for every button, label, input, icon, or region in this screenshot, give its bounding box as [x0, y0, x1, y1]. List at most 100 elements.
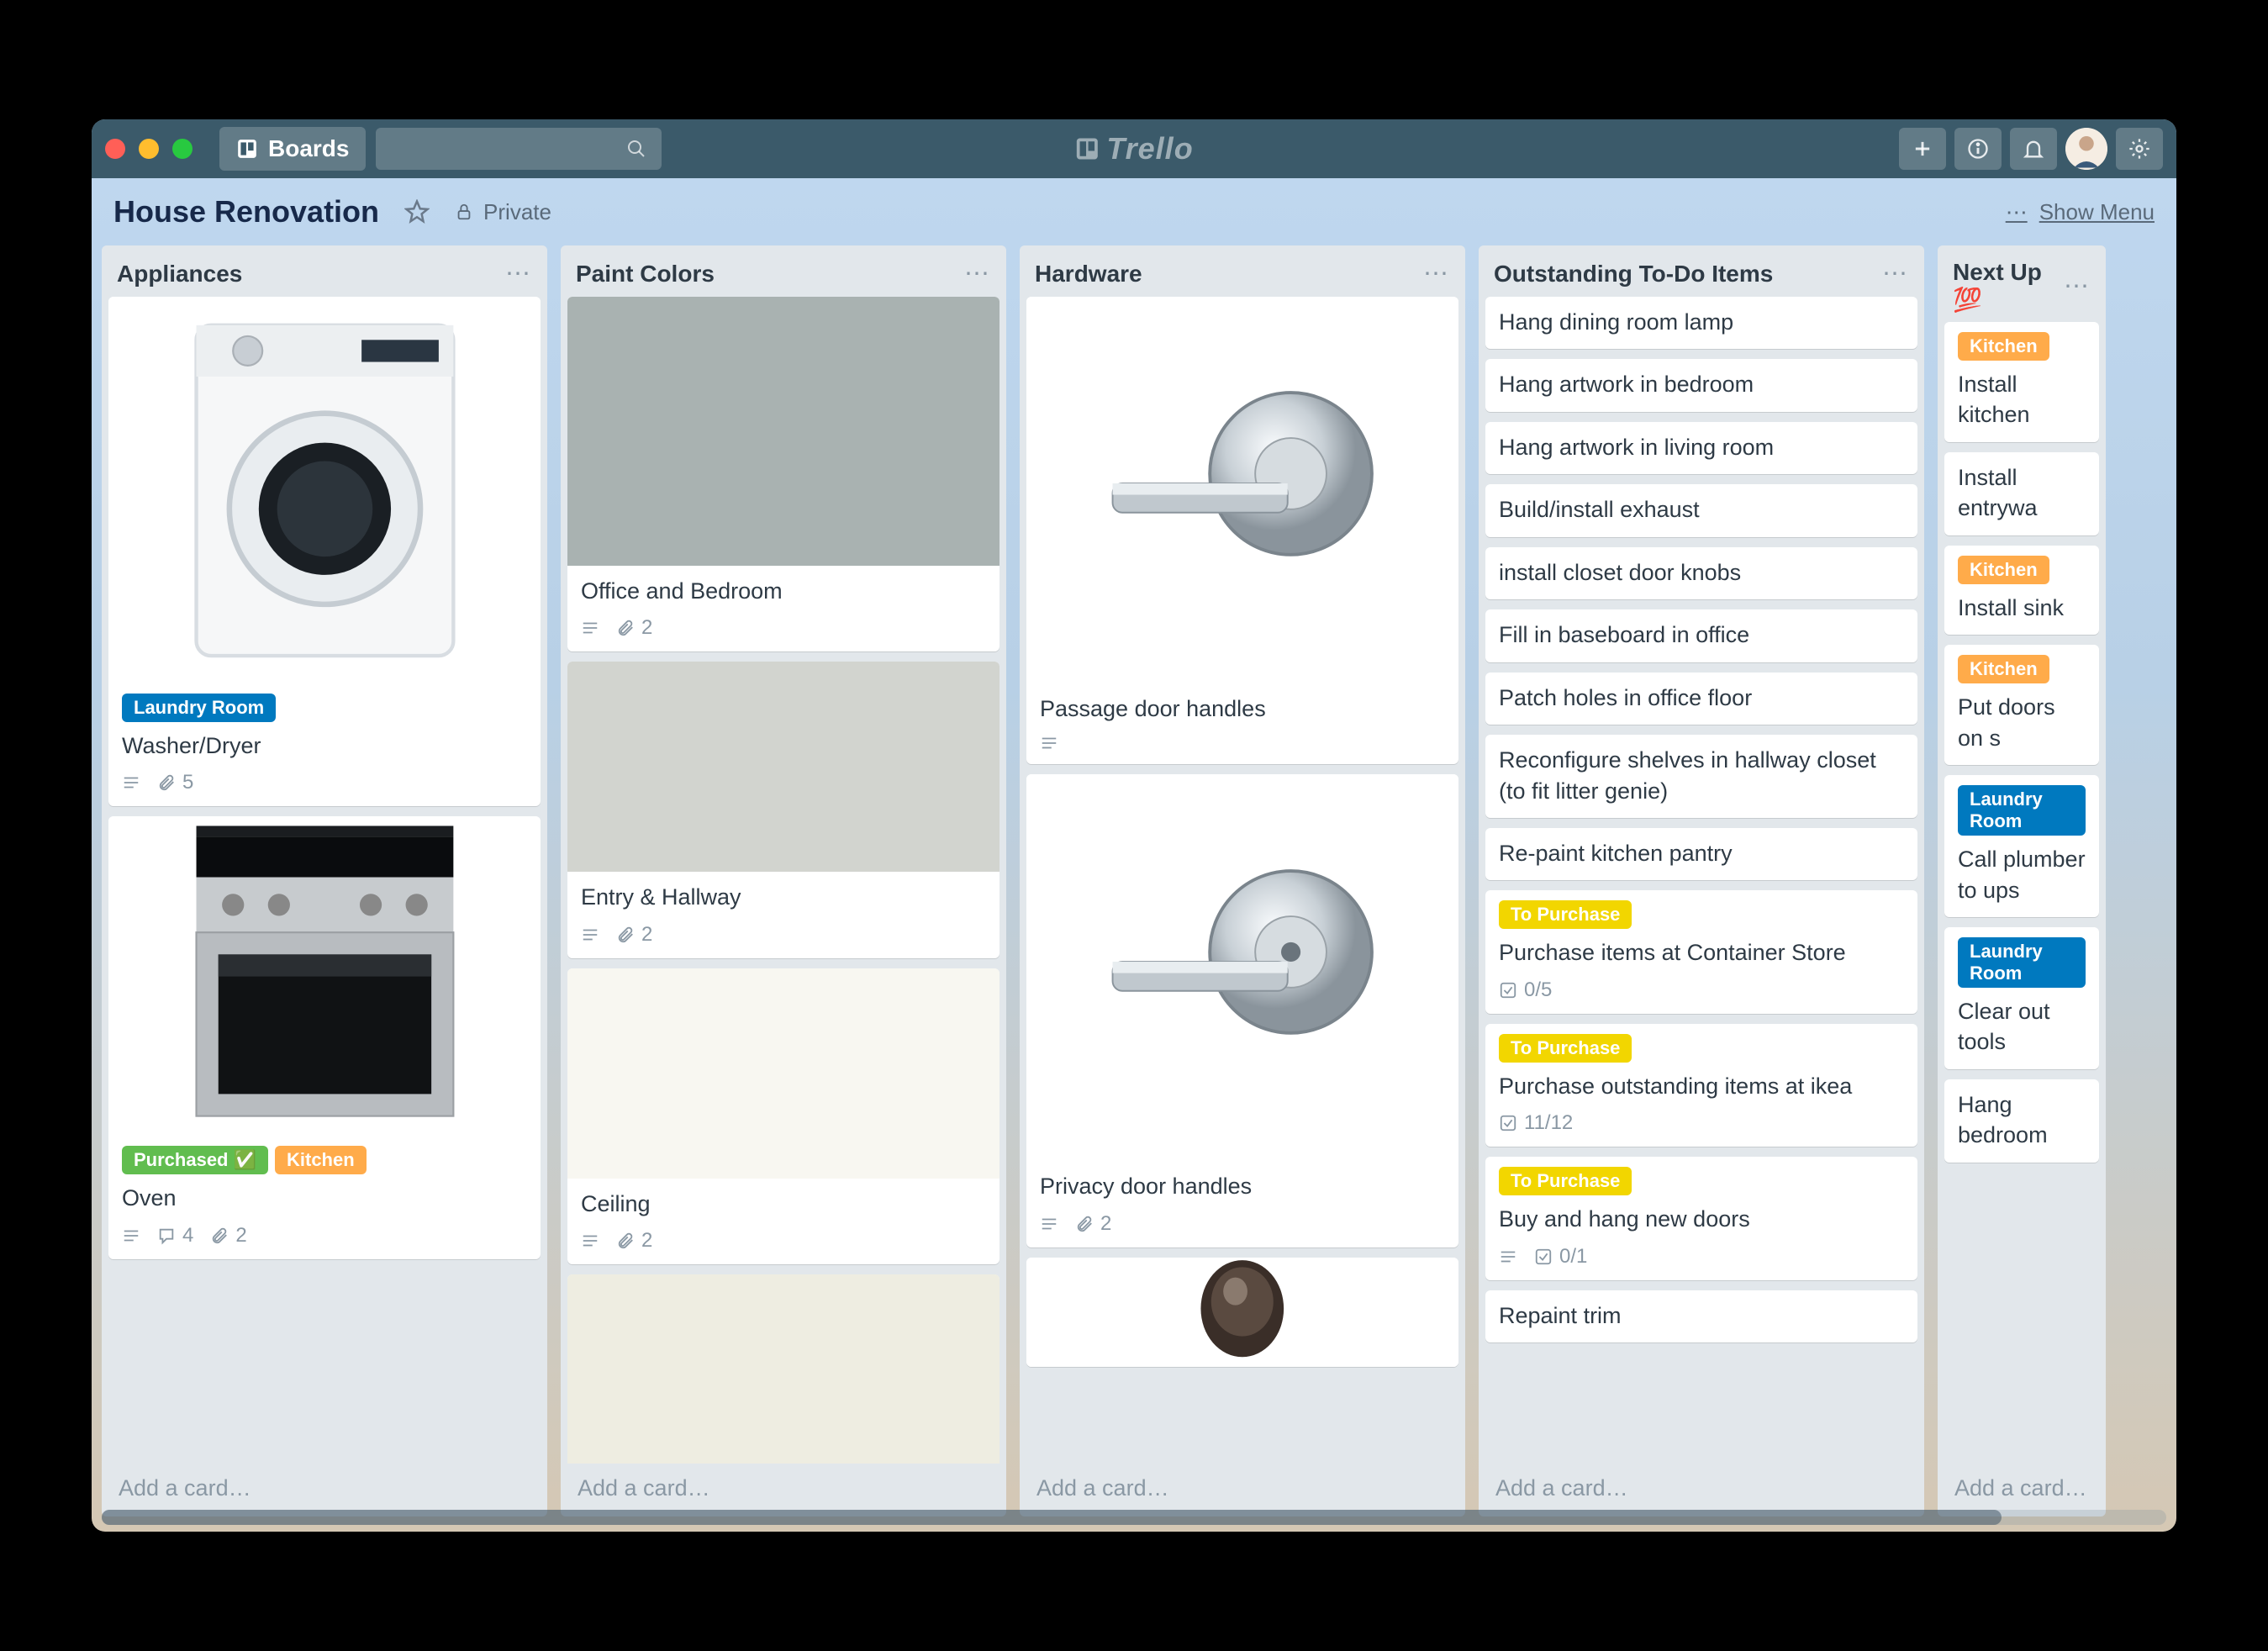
- list-cards[interactable]: Passage door handlesPrivacy door handles…: [1020, 297, 1465, 1464]
- card[interactable]: Install entrywa: [1944, 452, 2099, 535]
- board-title[interactable]: House Renovation: [113, 194, 379, 229]
- label-laundry_room[interactable]: Laundry Room: [122, 694, 276, 722]
- card[interactable]: Re-paint kitchen pantry: [1485, 828, 1917, 880]
- card-title: Hang dining room lamp: [1499, 307, 1904, 337]
- add-card-button[interactable]: Add a card…: [1479, 1464, 1924, 1516]
- list-menu-button[interactable]: ⋯: [964, 259, 991, 288]
- card[interactable]: Entry & Hallway2: [567, 662, 1000, 957]
- list-title[interactable]: Outstanding To-Do Items: [1494, 261, 1882, 287]
- description-badge: [1499, 1247, 1517, 1266]
- list-menu-button[interactable]: ⋯: [505, 259, 532, 288]
- card-cover: [1026, 1258, 1458, 1367]
- card-body: KitchenInstall sink: [1944, 546, 2099, 635]
- card[interactable]: Office and Bedroom2: [567, 297, 1000, 651]
- window-close[interactable]: [105, 139, 125, 159]
- card-title: Clear out tools: [1958, 996, 2086, 1058]
- board-canvas[interactable]: Appliances⋯Laundry RoomWasher/Dryer5Purc…: [92, 245, 2176, 1532]
- card[interactable]: Build/install exhaust: [1485, 484, 1917, 536]
- card[interactable]: Purchased ✅KitchenOven42: [108, 816, 541, 1258]
- card-cover-swatch: [567, 297, 1000, 566]
- checklist-badge: 0/1: [1534, 1245, 1587, 1269]
- card[interactable]: [1026, 1258, 1458, 1367]
- list-cards[interactable]: Hang dining room lamp Hang artwork in bed…: [1479, 297, 1924, 1464]
- list-title[interactable]: Next Up 💯: [1953, 259, 2064, 314]
- card-title: Privacy door handles: [1040, 1171, 1445, 1201]
- card-labels: Laundry Room: [1958, 785, 2086, 836]
- label-laundry_room[interactable]: Laundry Room: [1958, 785, 2086, 836]
- notifications-button[interactable]: [2010, 128, 2057, 170]
- card-title: Hang artwork in bedroom: [1499, 369, 1904, 399]
- card[interactable]: Hang artwork in bedroom: [1485, 359, 1917, 411]
- label-to_purchase[interactable]: To Purchase: [1499, 1034, 1632, 1063]
- label-purchased[interactable]: Purchased ✅: [122, 1146, 268, 1174]
- card[interactable]: Laundry Room Clear out tools: [1944, 927, 2099, 1069]
- window-maximize[interactable]: [172, 139, 193, 159]
- card[interactable]: KitchenInstall kitchen: [1944, 322, 2099, 442]
- card[interactable]: Patch holes in office floor: [1485, 673, 1917, 725]
- search-icon: [626, 139, 646, 159]
- label-kitchen[interactable]: Kitchen: [1958, 556, 2049, 584]
- list-cards[interactable]: Office and Bedroom2Entry & Hallway2 Ceili…: [561, 297, 1006, 1464]
- card-cover-swatch: [567, 968, 1000, 1179]
- card[interactable]: Laundry RoomCall plumber to ups: [1944, 775, 2099, 917]
- list-cards[interactable]: Laundry RoomWasher/Dryer5Purchased ✅Kitc…: [102, 297, 547, 1464]
- card[interactable]: install closet door knobs: [1485, 547, 1917, 599]
- card-title: Hang bedroom: [1958, 1089, 2086, 1151]
- settings-button[interactable]: [2116, 128, 2163, 170]
- card[interactable]: To PurchasePurchase outstanding items at…: [1485, 1024, 1917, 1147]
- boards-icon: [236, 138, 258, 160]
- label-kitchen[interactable]: Kitchen: [1958, 655, 2049, 683]
- list-title[interactable]: Paint Colors: [576, 261, 964, 287]
- add-card-button[interactable]: Add a card…: [1938, 1464, 2106, 1516]
- card[interactable]: Hang dining room lamp: [1485, 297, 1917, 349]
- list-menu-button[interactable]: ⋯: [2064, 272, 2091, 301]
- add-card-button[interactable]: Add a card…: [102, 1464, 547, 1516]
- card-body: Laundry RoomWasher/Dryer5: [108, 683, 541, 806]
- card[interactable]: Hang artwork in living room: [1485, 422, 1917, 474]
- show-menu-button[interactable]: ⋯ Show Menu: [2006, 199, 2155, 225]
- trello-logo[interactable]: Trello: [1074, 131, 1193, 166]
- star-button[interactable]: [404, 199, 430, 224]
- card[interactable]: [567, 1274, 1000, 1464]
- card-body: Ceiling2: [567, 1179, 1000, 1264]
- label-to_purchase[interactable]: To Purchase: [1499, 900, 1632, 929]
- label-laundry_room[interactable]: Laundry Room: [1958, 937, 2086, 988]
- info-button[interactable]: [1954, 128, 2002, 170]
- list-cards[interactable]: KitchenInstall kitchen Install entrywa Kit…: [1938, 322, 2106, 1464]
- card[interactable]: Privacy door handles2: [1026, 774, 1458, 1247]
- card[interactable]: Reconfigure shelves in hallway closet (t…: [1485, 735, 1917, 818]
- scrollbar-thumb[interactable]: [102, 1510, 2002, 1525]
- card[interactable]: KitchenPut doors on s: [1944, 645, 2099, 765]
- description-badge: [122, 1226, 140, 1245]
- user-avatar[interactable]: [2065, 128, 2107, 170]
- search-input[interactable]: [376, 128, 662, 170]
- card[interactable]: Hang bedroom: [1944, 1079, 2099, 1163]
- add-card-button[interactable]: Add a card…: [1020, 1464, 1465, 1516]
- card[interactable]: Fill in baseboard in office: [1485, 609, 1917, 662]
- card-labels: To Purchase: [1499, 900, 1904, 929]
- create-button[interactable]: [1899, 128, 1946, 170]
- list-menu-button[interactable]: ⋯: [1423, 259, 1450, 288]
- card[interactable]: KitchenInstall sink: [1944, 546, 2099, 635]
- show-menu-label: Show Menu: [2039, 199, 2155, 225]
- window-minimize[interactable]: [139, 139, 159, 159]
- card[interactable]: Laundry RoomWasher/Dryer5: [108, 297, 541, 806]
- list-title[interactable]: Hardware: [1035, 261, 1423, 287]
- boards-button[interactable]: Boards: [219, 127, 366, 171]
- card[interactable]: To PurchaseBuy and hang new doors0/1: [1485, 1157, 1917, 1279]
- privacy-button[interactable]: Private: [455, 199, 551, 225]
- label-to_purchase[interactable]: To Purchase: [1499, 1167, 1632, 1195]
- card-title: Repaint trim: [1499, 1300, 1904, 1331]
- label-kitchen[interactable]: Kitchen: [1958, 332, 2049, 361]
- card[interactable]: Repaint trim: [1485, 1290, 1917, 1342]
- horizontal-scrollbar[interactable]: [102, 1510, 2166, 1525]
- card[interactable]: Passage door handles: [1026, 297, 1458, 764]
- list-menu-button[interactable]: ⋯: [1882, 259, 1909, 288]
- add-card-button[interactable]: Add a card…: [561, 1464, 1006, 1516]
- ellipsis-icon: ⋯: [2006, 199, 2028, 225]
- label-kitchen[interactable]: Kitchen: [275, 1146, 367, 1174]
- list-title[interactable]: Appliances: [117, 261, 505, 287]
- card[interactable]: To PurchasePurchase items at Container S…: [1485, 890, 1917, 1013]
- card[interactable]: Ceiling2: [567, 968, 1000, 1264]
- comments-badge: 4: [157, 1224, 193, 1247]
